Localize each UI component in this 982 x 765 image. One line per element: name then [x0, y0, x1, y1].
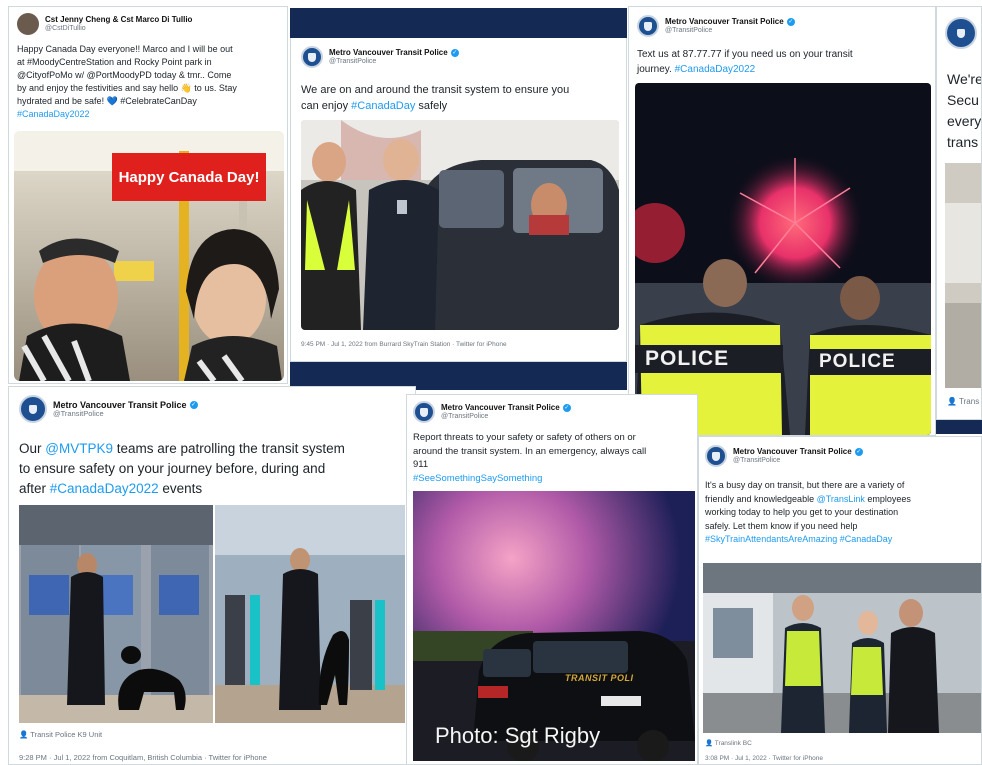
tweet-photo[interactable]: POLICE POLICE	[635, 83, 931, 435]
hashtag-link[interactable]: #CanadaDay2022	[675, 64, 756, 75]
tweet-text: It's a busy day on transit, but there ar…	[705, 480, 911, 544]
author-handle: @TransitPolice	[441, 412, 489, 420]
tweet-photo[interactable]	[945, 163, 981, 388]
location-tag[interactable]: 👤 Transit Police K9 Unit	[19, 730, 102, 739]
tweet-text: Our @MVTPK9 teams are patrolling the tra…	[19, 441, 345, 496]
author-handle: @TransitPolice	[329, 57, 377, 65]
hashtag-link[interactable]: #SeeSomethingSaySomething	[413, 472, 646, 486]
tweet-photo[interactable]	[301, 120, 619, 330]
person-icon: 👤	[705, 740, 714, 747]
avatar[interactable]	[301, 46, 323, 68]
tweet-text: Text us at 87.77.77 if you need us on yo…	[637, 49, 853, 75]
verified-icon: ✓	[562, 403, 571, 412]
photo-credit: Photo: Sgt Rigby	[435, 723, 601, 748]
location-tag: 👤 Trans	[947, 397, 980, 406]
police-vest-label: POLICE	[645, 347, 730, 370]
verified-icon: ✓	[189, 400, 198, 409]
tweet-card-report-threats[interactable]: Metro Vancouver Transit Police ✓ @Transit…	[406, 394, 698, 765]
verified-icon: ✓	[786, 17, 795, 26]
avatar[interactable]	[705, 445, 727, 467]
hashtag-link[interactable]: #CanadaDay	[351, 100, 415, 112]
tweet-card-skytrain-attendants[interactable]: Metro Vancouver Transit Police ✓ @Transit…	[698, 436, 982, 765]
tweet-text: We're Secu every trans	[947, 71, 982, 150]
mention-link[interactable]: @MVTPK9	[45, 441, 113, 456]
tweet-card-k9[interactable]: Metro Vancouver Transit Police ✓ @Transit…	[8, 386, 416, 765]
canada-day-banner: Happy Canada Day!	[112, 153, 266, 201]
location-tag[interactable]: 👤 Translink BC	[705, 739, 752, 747]
person-icon: 👤	[947, 397, 957, 406]
author-name[interactable]: Metro Vancouver Transit Police	[441, 403, 560, 412]
author-handle: @TransitPolice	[53, 408, 104, 418]
avatar[interactable]	[413, 401, 435, 423]
tweet-text: We are on and around the transit system …	[301, 84, 570, 112]
navy-bar-top	[290, 8, 627, 38]
hashtag-link[interactable]: #CanadaDay2022	[50, 481, 159, 496]
tweet-photo[interactable]: Happy Canada Day!	[14, 131, 284, 381]
person-icon: 👤	[19, 730, 29, 739]
navy-bar-right	[936, 420, 982, 434]
tweet-photo-left[interactable]	[19, 505, 213, 723]
tweet-meta: 9:45 PM · Jul 1, 2022 from Burrard SkyTr…	[301, 341, 507, 348]
avatar[interactable]	[945, 17, 977, 49]
vehicle-decal: TRANSIT POLI	[565, 673, 634, 683]
author-name[interactable]: Metro Vancouver Transit Police	[665, 17, 784, 26]
tweet-text: Happy Canada Day everyone!! Marco and I …	[17, 44, 237, 121]
tweet-card-cheng[interactable]: Cst Jenny Cheng & Cst Marco Di Tullio @C…	[8, 6, 288, 384]
tweet-meta: 9:28 PM · Jul 1, 2022 from Coquitlam, Br…	[19, 753, 267, 762]
author-name[interactable]: Metro Vancouver Transit Police	[329, 48, 448, 57]
tweet-photo-right[interactable]	[215, 505, 405, 723]
tweet-photo[interactable]	[703, 563, 981, 733]
police-vest-label: POLICE	[819, 351, 896, 372]
mention-link[interactable]: @TransLink	[817, 494, 865, 504]
tweet-photo[interactable]: TRANSIT POLI Photo: Sgt Rigby	[413, 491, 695, 761]
tweet-card-text-us[interactable]: Metro Vancouver Transit Police ✓ @Transit…	[628, 6, 936, 436]
tweet-meta: 3:08 PM · Jul 1, 2022 · Twitter for iPho…	[705, 755, 824, 762]
avatar[interactable]	[17, 13, 39, 35]
author-name[interactable]: Cst Jenny Cheng & Cst Marco Di Tullio	[45, 15, 192, 24]
hashtag-link[interactable]: #CanadaDay	[837, 534, 893, 544]
author-handle: @CstDiTullio	[45, 24, 86, 32]
hashtag-link[interactable]: #SkyTrainAttendantsAreAmazing	[705, 534, 837, 544]
tweet-card-partial[interactable]: We're Secu every trans 👤 Trans	[936, 6, 982, 420]
avatar[interactable]	[637, 15, 659, 37]
author-handle: @TransitPolice	[665, 26, 713, 34]
tweet-card-canada-day-safely[interactable]: Metro Vancouver Transit Police ✓ @Transit…	[290, 38, 627, 362]
verified-icon: ✓	[854, 447, 863, 456]
author-name[interactable]: Metro Vancouver Transit Police	[733, 447, 852, 456]
verified-icon: ✓	[450, 48, 459, 57]
author-handle: @TransitPolice	[733, 456, 781, 464]
tweet-text: Report threats to your safety or safety …	[413, 432, 647, 486]
avatar[interactable]	[19, 395, 47, 423]
hashtag-link[interactable]: #CanadaDay2022	[17, 108, 237, 121]
